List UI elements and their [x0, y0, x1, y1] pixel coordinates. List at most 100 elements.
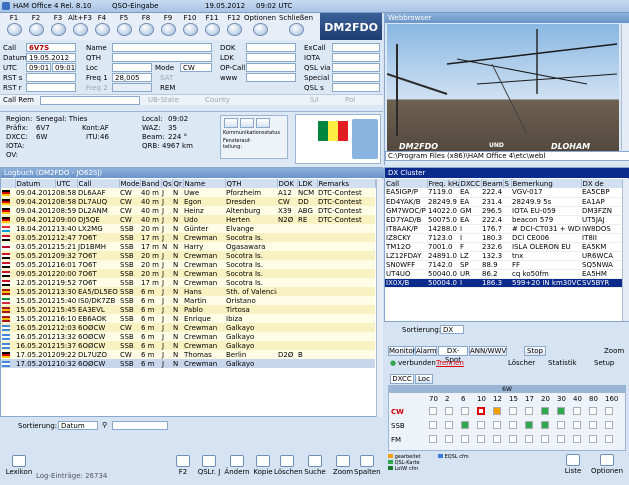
band-cell[interactable]	[605, 421, 613, 429]
f2-button[interactable]: F2	[170, 455, 196, 476]
logbook-scrollbar[interactable]	[376, 179, 383, 417]
band-cell[interactable]	[509, 407, 517, 415]
logbook-col-call[interactable]: Call	[77, 179, 120, 188]
logbook-col-dok[interactable]: DOK	[277, 179, 298, 188]
tab-ann-wwv[interactable]: ANN/WWV	[469, 346, 507, 356]
iota-input[interactable]	[332, 53, 380, 62]
table-row[interactable]: 15.05.2012 13:30 EA5/DL5EO SSB 6 m J N Hans Sth.…	[1, 287, 375, 296]
close-button[interactable]: Schließen	[278, 14, 314, 36]
callrem-input[interactable]	[40, 96, 140, 105]
logbook-col-qth[interactable]: QTH	[225, 179, 278, 188]
band-cell[interactable]	[445, 407, 453, 415]
band-cell[interactable]	[589, 407, 597, 415]
cluster-col-dxcc[interactable]: DXCC	[459, 179, 482, 188]
freq2-input[interactable]	[112, 83, 152, 92]
cluster-row[interactable]: UT4UO 50040.0 UR 86.2 cq ko50fm EA5HM	[385, 269, 622, 279]
cluster-row[interactable]: EA5IGP/P 7119.0 EA 222.4 VGV-017 EA5CBP	[385, 188, 622, 198]
logbook-col-name[interactable]: Name	[183, 179, 226, 188]
band-cell[interactable]	[429, 421, 437, 429]
stop-button[interactable]: Stop	[524, 346, 546, 356]
logbook-col-datum[interactable]: Datum	[15, 179, 56, 188]
freq1-input[interactable]: 28,005	[112, 73, 152, 82]
band-cell[interactable]	[509, 421, 517, 429]
cluster-row[interactable]: IZ8CKY 7123.0 I 180.3 DCI CE006 IT8II	[385, 233, 622, 243]
cluster-row[interactable]: IT8AAK/P 14288.0 I 176.7 # DCI-CT031 + WDI IW…	[385, 224, 622, 234]
cluster-col-bemerkung[interactable]: Bemerkung	[511, 179, 582, 188]
table-row[interactable]: 16.05.2012 13:32 6OØCW SSB 6 m J N Crewman Galka…	[1, 332, 375, 341]
band-cell[interactable]	[461, 407, 469, 415]
logbook-col-qs[interactable]: Qs	[161, 179, 173, 188]
cluster-col-s[interactable]: S	[503, 179, 512, 188]
cluster-sort-select[interactable]: DX	[440, 325, 464, 334]
tab-loc[interactable]: Loc	[415, 374, 433, 384]
list-button[interactable]: Liste	[562, 454, 584, 475]
band-cell[interactable]	[557, 421, 565, 429]
special-input[interactable]	[332, 73, 380, 82]
www-input[interactable]	[246, 73, 296, 82]
band-cell[interactable]	[445, 435, 453, 443]
band-cell[interactable]	[477, 435, 485, 443]
ldk-input[interactable]	[246, 53, 296, 62]
columns-button[interactable]: Spalten	[354, 455, 381, 476]
band-cell[interactable]	[557, 435, 565, 443]
loc-input[interactable]	[112, 63, 152, 72]
table-row[interactable]: 05.05.2012 09:32 7O6T SSB 20 m J N Crewman Socot…	[1, 251, 375, 260]
cat-button[interactable]	[224, 118, 238, 128]
copy-button[interactable]: Kopie	[250, 455, 276, 476]
excall-input[interactable]	[332, 43, 380, 52]
options-button[interactable]: Optionen	[244, 14, 276, 36]
band-cell[interactable]	[589, 435, 597, 443]
band-cell[interactable]	[493, 421, 501, 429]
band-cell[interactable]	[589, 421, 597, 429]
rst-s-input[interactable]	[26, 73, 76, 82]
table-row[interactable]: 09.04.2012 08:59 DL2ANM CW 40 m J N Heinz Altenb…	[1, 206, 375, 215]
lexikon-button[interactable]: Lexikon	[4, 455, 34, 476]
webbrowser-scrollbar[interactable]	[621, 24, 629, 150]
table-row[interactable]: 03.05.2012 15:21 JD1BMH SSB 17 m N N Harry Ogasa…	[1, 242, 375, 251]
cluster-options-button[interactable]: Optionen	[589, 454, 625, 475]
name-input[interactable]	[112, 43, 212, 52]
table-row[interactable]: 15.05.2012 16:10 EB6AOK SSB 6 m J N Enrique Ibiz…	[1, 314, 375, 323]
table-row[interactable]: 15.05.2012 15:40 IS0/DK7ZB SSB 6 m J N Martin Or…	[1, 296, 375, 305]
band-cell[interactable]	[429, 407, 437, 415]
utc-input[interactable]: 09:01	[26, 63, 51, 72]
cluster-col-freqkhz[interactable]: Freq. kHz	[427, 179, 460, 188]
statistik-button[interactable]: Statistik	[548, 359, 577, 367]
logbook-col-ldk[interactable]: LDK	[297, 179, 318, 188]
tab-dx-spot[interactable]: DX-Spot	[438, 346, 468, 364]
logbook-col-mode[interactable]: Mode	[119, 179, 141, 188]
call-input[interactable]: 6V7S	[26, 43, 76, 52]
band-cell[interactable]	[429, 435, 437, 443]
setup-button[interactable]: Setup	[594, 359, 614, 367]
logbook-col-remarks[interactable]: Remarks	[317, 179, 376, 188]
table-row[interactable]: 15.05.2012 15:45 EA3EVL SSB 6 m J N Pablo Tirtos…	[1, 305, 375, 314]
qsl-received-button[interactable]: QSLr. J	[196, 455, 222, 476]
cluster-row[interactable]: IX0X/B 50004.0 I 186.3 599+20 IN km30VC SV5BY…	[385, 278, 622, 288]
cluster-col-beam[interactable]: Beam	[481, 179, 504, 188]
band-cell[interactable]	[525, 407, 533, 415]
table-row[interactable]: 17.05.2012 10:32 6OØCW SSB 6 m J N Crewman Galka…	[1, 359, 375, 368]
tab-alarm[interactable]: Alarm	[415, 346, 437, 356]
table-row[interactable]: 09.04.2012 08:58 DL6AAF CW 40 m J N Uwe Pforzhei…	[1, 188, 375, 197]
band-cell[interactable]	[605, 435, 613, 443]
cluster-button[interactable]	[256, 118, 270, 128]
band-cell[interactable]	[493, 407, 501, 415]
band-cell[interactable]	[477, 421, 485, 429]
mode-select[interactable]: CW	[180, 63, 212, 72]
disconnect-link[interactable]: Trennen	[436, 359, 464, 367]
band-cell[interactable]	[493, 435, 501, 443]
cluster-col-dxde[interactable]: DX de	[581, 179, 623, 188]
cluster-row[interactable]: ED7YAD/B 50075.0 EA 222.4 beacon 579 UT5JAJ	[385, 215, 622, 225]
band-cell[interactable]	[573, 421, 581, 429]
band-cell[interactable]	[461, 421, 469, 429]
table-row[interactable]: 12.05.2012 19:52 7O6T SSB 17 m J N Crewman Socot…	[1, 278, 375, 287]
rst-r-input[interactable]	[26, 83, 76, 92]
edit-button[interactable]: Ändern	[224, 455, 250, 476]
search-button[interactable]: Suche	[302, 455, 328, 476]
tab-monitor[interactable]: Monitor	[388, 346, 416, 356]
cluster-row[interactable]: LZ12FDAY 24891.0 LZ 132.3 tnx UR6WCA	[385, 251, 622, 261]
band-cell[interactable]	[605, 407, 613, 415]
band-cell[interactable]	[541, 407, 549, 415]
band-cell[interactable]	[541, 421, 549, 429]
clear-button[interactable]: Löscher	[508, 359, 535, 367]
